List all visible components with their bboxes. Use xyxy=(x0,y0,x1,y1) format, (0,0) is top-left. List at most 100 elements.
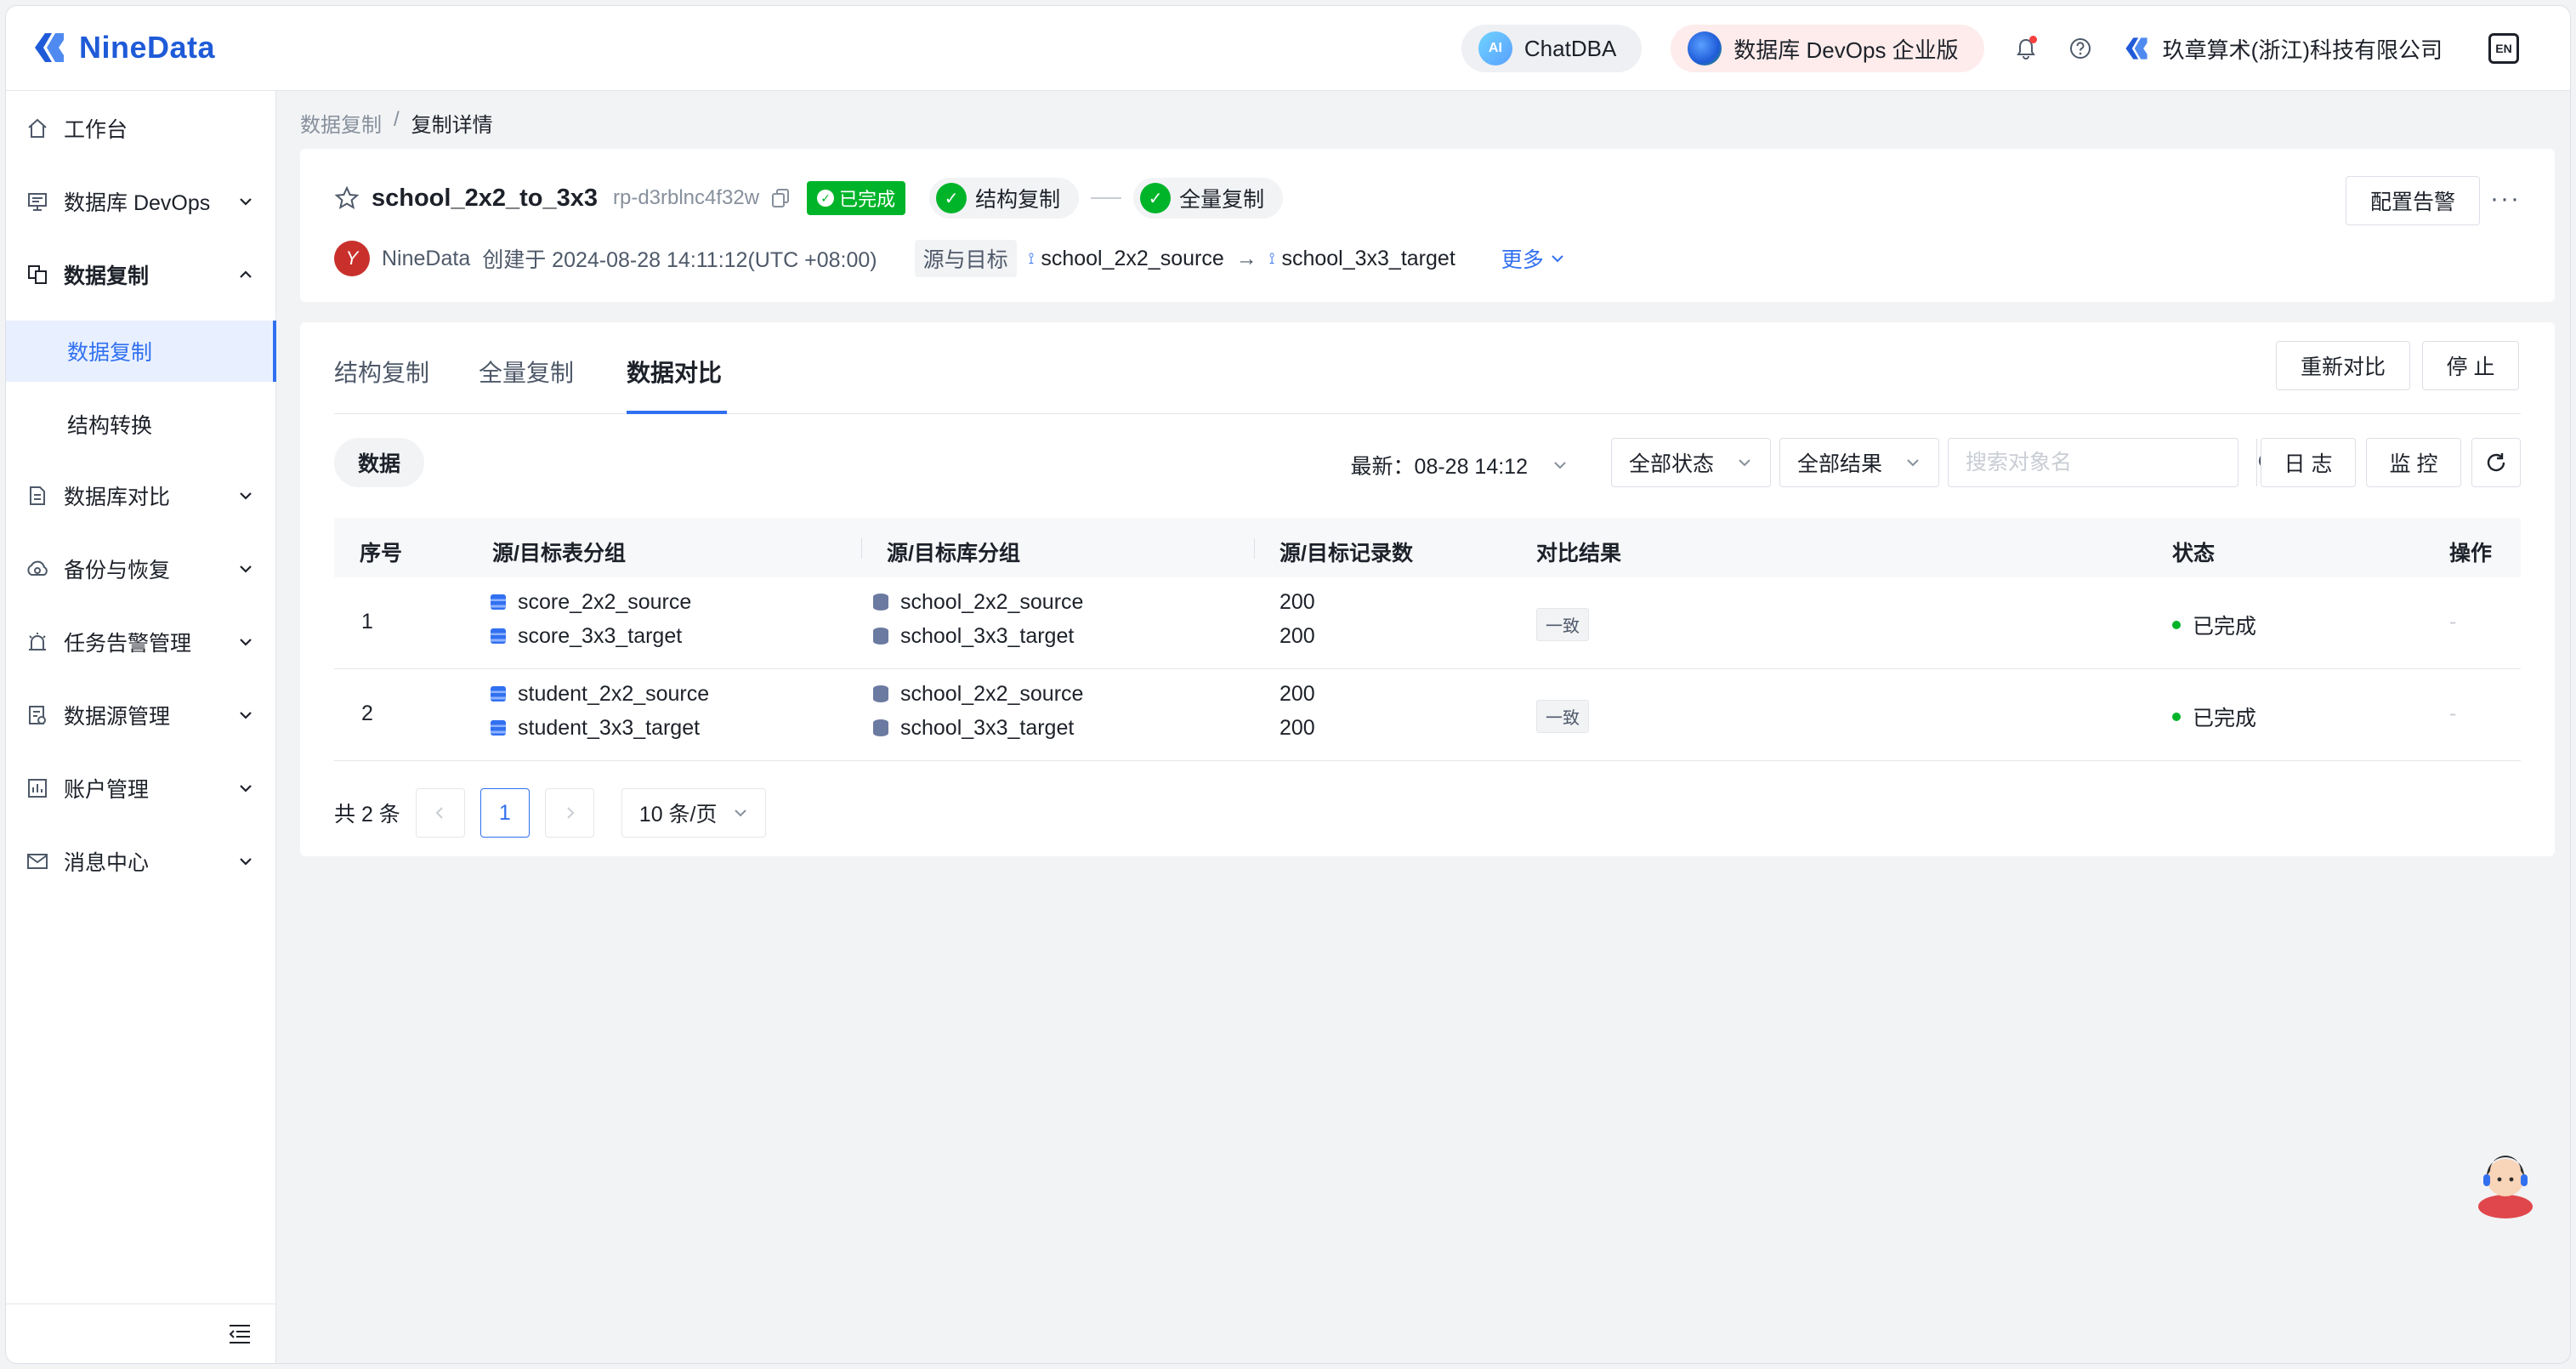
created-time: 创建于 2024-08-28 14:11:12(UTC +08:00) xyxy=(482,248,877,272)
recompare-button[interactable]: 重新对比 xyxy=(2276,341,2410,390)
sidebar-item-devops[interactable]: 数据库 DevOps xyxy=(6,168,276,236)
sidebar-item-task-alarm[interactable]: 任务告警管理 xyxy=(6,608,276,676)
tab-bar: 结构复制 全量复制 数据对比 xyxy=(334,322,2521,414)
table-icon xyxy=(491,686,506,702)
column-header: 操作 xyxy=(2449,542,2493,565)
notification-dot xyxy=(2028,36,2037,43)
prev-page-button[interactable] xyxy=(415,788,465,838)
status-filter-select[interactable]: 全部状态 xyxy=(1611,438,1771,487)
column-divider xyxy=(861,538,862,559)
more-actions-icon[interactable]: ··· xyxy=(2490,185,2521,213)
sidebar-item-workbench[interactable]: 工作台 xyxy=(6,94,276,162)
table-row: 2 student_2x2_source student_3x3_target … xyxy=(334,669,2521,761)
mail-icon xyxy=(25,849,50,874)
monitor-button[interactable]: 监 控 xyxy=(2366,438,2461,487)
chevron-down-icon xyxy=(240,492,252,500)
sidebar-item-datasource[interactable]: 数据源管理 xyxy=(6,681,276,749)
check-icon: ✓ xyxy=(817,190,835,207)
target-datasource[interactable]: ⟟ school_3x3_target xyxy=(1269,247,1455,271)
sidebar-item-replication[interactable]: 数据复制 xyxy=(6,241,276,309)
configure-alarm-button[interactable]: 配置告警 xyxy=(2346,176,2480,225)
compare-result-tag: 一致 xyxy=(1536,608,1589,641)
top-right-actions: AI ChatDBA 数据库 DevOps 企业版 玖章算术(浙江)科技有限公司 xyxy=(1461,25,2519,72)
compare-result-tag: 一致 xyxy=(1536,700,1589,733)
chatdba-label: ChatDBA xyxy=(1523,35,1617,61)
stop-button[interactable]: 停 止 xyxy=(2422,341,2519,390)
compare-card: 结构复制 全量复制 数据对比 重新对比 停 止 数据 最新：08-28 14:1… xyxy=(300,322,2555,856)
sidebar-item-label: 数据复制 xyxy=(64,264,150,288)
source-datasource[interactable]: ⟟ school_2x2_source xyxy=(1029,247,1224,271)
collapse-sidebar-icon[interactable] xyxy=(228,1323,252,1345)
chevron-down-icon xyxy=(240,785,252,792)
column-header: 源/目标记录数 xyxy=(1279,542,1413,565)
job-title-row: school_2x2_to_3x3 rp-d3rblnc4f32w ✓ 已完成 … xyxy=(334,178,1284,219)
sidebar-item-label: 工作台 xyxy=(64,118,128,142)
source-count: 200 xyxy=(1279,681,1315,706)
database-icon xyxy=(873,685,888,702)
app-window: NineData AI ChatDBA 数据库 DevOps 企业版 玖章算术(… xyxy=(5,5,2571,1364)
source-target-tag: 源与目标 xyxy=(914,240,1017,277)
organization-switcher[interactable]: 玖章算术(浙江)科技有限公司 xyxy=(2122,33,2443,65)
sidebar-subitem-structure-convert[interactable]: 结构转换 xyxy=(6,394,276,455)
organization-logo-icon xyxy=(2125,37,2148,60)
data-segment[interactable]: 数据 xyxy=(334,438,424,487)
sidebar: 工作台 数据库 DevOps 数据复制 数据复制 结构转换 数据库对比 备份与恢… xyxy=(6,91,276,1363)
status-dot xyxy=(2172,713,2181,721)
alarm-icon xyxy=(25,629,50,655)
table-icon xyxy=(491,628,506,644)
page-size-select[interactable]: 10 条/页 xyxy=(621,788,766,838)
chevron-down-icon xyxy=(240,712,252,719)
pagination: 共 2 条 1 10 条/页 xyxy=(334,788,766,838)
avatar: Y xyxy=(334,241,370,276)
column-header: 序号 xyxy=(360,542,403,565)
source-count: 200 xyxy=(1279,589,1315,614)
breadcrumb-parent[interactable]: 数据复制 xyxy=(300,108,382,138)
devops-edition-label: 数据库 DevOps 企业版 xyxy=(1733,37,1959,63)
ai-icon: AI xyxy=(1478,31,1512,65)
customer-support-icon[interactable] xyxy=(2471,1145,2539,1218)
refresh-button[interactable] xyxy=(2471,438,2521,487)
tab-structure-copy[interactable]: 结构复制 xyxy=(334,355,429,389)
page-number[interactable]: 1 xyxy=(479,788,530,838)
column-header: 源/目标库分组 xyxy=(887,542,1020,565)
db-group-cell: school_2x2_source school_3x3_target xyxy=(873,681,1084,740)
language-switch-icon[interactable]: EN xyxy=(2488,33,2519,64)
target-count: 200 xyxy=(1279,715,1315,740)
star-icon[interactable] xyxy=(334,185,360,211)
tab-data-compare[interactable]: 数据对比 xyxy=(627,355,722,389)
target-table: score_3x3_target xyxy=(518,623,683,648)
sidebar-item-db-compare[interactable]: 数据库对比 xyxy=(6,462,276,530)
more-link[interactable]: 更多 xyxy=(1501,243,1566,274)
result-filter-select[interactable]: 全部结果 xyxy=(1779,438,1939,487)
check-circle-icon: ✓ xyxy=(1140,183,1172,213)
chevron-down-icon xyxy=(1739,459,1750,467)
sidebar-item-label: 数据源管理 xyxy=(64,705,171,729)
notification-bell-icon[interactable] xyxy=(2013,36,2039,61)
sidebar-item-messages[interactable]: 消息中心 xyxy=(6,827,276,895)
chevron-down-icon xyxy=(1554,462,1566,469)
search-input[interactable] xyxy=(1949,439,2256,486)
column-divider xyxy=(1254,538,1255,559)
help-icon[interactable] xyxy=(2068,36,2093,61)
chevron-down-icon xyxy=(1552,255,1563,263)
log-button[interactable]: 日 志 xyxy=(2261,438,2356,487)
chatdba-button[interactable]: AI ChatDBA xyxy=(1461,25,1643,72)
logo[interactable]: NineData xyxy=(30,28,215,67)
target-count: 200 xyxy=(1279,623,1315,648)
sidebar-item-account[interactable]: 账户管理 xyxy=(6,754,276,822)
sidebar-item-label: 数据库对比 xyxy=(64,486,171,509)
tab-full-copy[interactable]: 全量复制 xyxy=(479,355,574,389)
compare-icon xyxy=(25,483,50,508)
job-meta-row: Y NineData 创建于 2024-08-28 14:11:12(UTC +… xyxy=(334,239,1566,278)
step-connector xyxy=(1091,197,1122,199)
table-group-cell: student_2x2_source student_3x3_target xyxy=(491,682,709,740)
latest-run-select[interactable]: 最新：08-28 14:12 xyxy=(1351,450,1569,480)
chevron-up-icon xyxy=(240,270,252,278)
sidebar-item-backup-restore[interactable]: 备份与恢复 xyxy=(6,535,276,603)
next-page-button[interactable] xyxy=(544,788,594,838)
status-badge: ✓ 已完成 xyxy=(807,181,906,215)
sidebar-subitem-replication[interactable]: 数据复制 xyxy=(6,321,276,382)
source-db: school_2x2_source xyxy=(900,681,1084,706)
devops-edition-button[interactable]: 数据库 DevOps 企业版 xyxy=(1671,25,1984,72)
copy-icon[interactable] xyxy=(771,188,790,208)
